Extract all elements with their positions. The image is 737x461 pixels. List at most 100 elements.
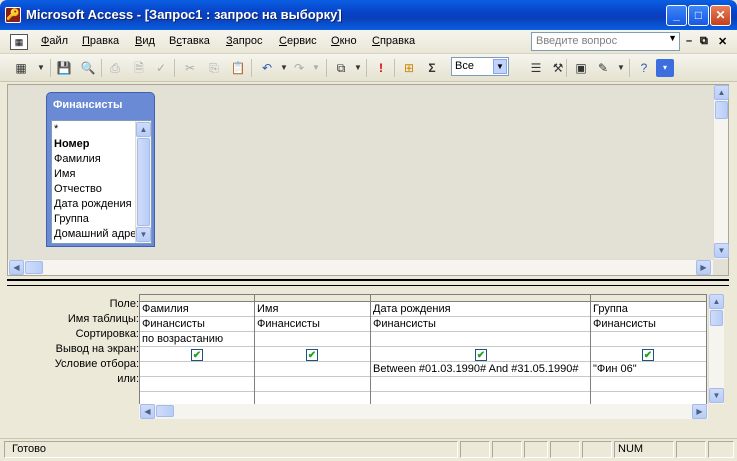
column-selector[interactable] <box>255 295 370 302</box>
table-pane-hscrollbar[interactable]: ◀ ▶ <box>8 259 713 275</box>
scroll-up-icon[interactable]: ▲ <box>714 85 729 100</box>
field-item[interactable]: Имя <box>54 168 75 180</box>
save-icon[interactable]: 💾 <box>55 59 73 77</box>
menu-query[interactable]: Запрос <box>226 35 262 47</box>
print-preview-icon[interactable]: 🗎 <box>130 59 148 77</box>
scroll-up-icon[interactable]: ▲ <box>136 122 151 137</box>
maximize-button[interactable]: □ <box>688 5 709 26</box>
criteria-cell[interactable]: Between #01.03.1990# And #31.05.1990# <box>371 362 590 377</box>
menu-edit[interactable]: Правка <box>82 35 119 47</box>
menu-view[interactable]: Вид <box>135 35 155 47</box>
scroll-thumb[interactable] <box>137 138 150 226</box>
title-bar[interactable]: 🔑 Microsoft Access - [Запрос1 : запрос н… <box>0 0 737 30</box>
menu-help[interactable]: Справка <box>372 35 415 47</box>
field-item[interactable]: * <box>54 123 58 135</box>
show-checkbox[interactable]: ✔ <box>191 349 203 361</box>
scroll-thumb[interactable] <box>715 101 728 119</box>
column-selector[interactable] <box>140 295 254 302</box>
field-list-scrollbar[interactable]: ▲ ▼ <box>135 121 151 243</box>
scroll-left-icon[interactable]: ◀ <box>140 404 155 419</box>
sort-cell[interactable] <box>591 332 706 347</box>
chevron-down-icon[interactable]: ▼ <box>307 59 325 77</box>
column-selector[interactable] <box>591 295 706 302</box>
minimize-button[interactable]: _ <box>666 5 687 26</box>
field-cell[interactable]: Имя <box>255 302 370 317</box>
field-item[interactable]: Дата рождения <box>54 198 132 210</box>
field-cell[interactable]: Группа <box>591 302 706 317</box>
spelling-icon[interactable]: ✓ <box>152 59 170 77</box>
close-button[interactable]: ✕ <box>710 5 731 26</box>
menu-insert[interactable]: Вставка <box>169 35 210 47</box>
field-item[interactable]: Группа <box>54 213 89 225</box>
new-object-icon[interactable]: ✎ <box>594 59 612 77</box>
top-values-select[interactable]: Все ▼ <box>451 57 509 76</box>
chevron-down-icon[interactable]: ▼ <box>493 59 507 74</box>
field-cell[interactable]: Фамилия <box>140 302 254 317</box>
scroll-down-icon[interactable]: ▼ <box>709 388 724 403</box>
show-checkbox[interactable]: ✔ <box>642 349 654 361</box>
criteria-cell[interactable] <box>140 362 254 377</box>
field-item[interactable]: Фамилия <box>54 153 101 165</box>
scroll-thumb[interactable] <box>710 310 723 326</box>
properties-icon[interactable]: ☰ <box>527 59 545 77</box>
cut-icon[interactable]: ✂ <box>181 59 199 77</box>
menu-file[interactable]: Файл <box>41 35 68 47</box>
field-cell[interactable]: Дата рождения <box>371 302 590 317</box>
chevron-down-icon[interactable]: ▼ <box>349 59 367 77</box>
mdi-close-button[interactable]: ✕ <box>718 35 727 48</box>
toolbar-options-icon[interactable]: ▾ <box>656 59 674 77</box>
sort-cell[interactable] <box>371 332 590 347</box>
field-item[interactable]: Отчество <box>54 183 102 195</box>
menu-window[interactable]: Окно <box>331 35 357 47</box>
scroll-down-icon[interactable]: ▼ <box>136 227 151 242</box>
query-window-icon[interactable]: ▦ <box>10 34 28 50</box>
query-type-icon[interactable]: ⧉ <box>332 59 350 77</box>
table-cell[interactable]: Финансисты <box>591 317 706 332</box>
show-table-icon[interactable]: ⊞ <box>400 59 418 77</box>
scroll-left-icon[interactable]: ◀ <box>9 260 24 275</box>
scroll-thumb[interactable] <box>156 405 174 417</box>
search-icon[interactable]: 🔍 <box>79 59 97 77</box>
paste-icon[interactable]: 📋 <box>229 59 247 77</box>
table-pane-vscrollbar[interactable]: ▲ ▼ <box>713 85 729 259</box>
table-cell[interactable]: Финансисты <box>140 317 254 332</box>
print-icon[interactable]: ⎙ <box>106 59 124 77</box>
sort-cell[interactable] <box>255 332 370 347</box>
scroll-thumb[interactable] <box>25 261 43 274</box>
or-cell[interactable] <box>591 377 706 392</box>
or-cell[interactable] <box>371 377 590 392</box>
chevron-down-icon[interactable]: ▼ <box>668 33 677 43</box>
scroll-down-icon[interactable]: ▼ <box>714 243 729 258</box>
scroll-right-icon[interactable]: ▶ <box>696 260 711 275</box>
table-cell[interactable]: Финансисты <box>371 317 590 332</box>
chevron-down-icon[interactable]: ▼ <box>612 59 630 77</box>
pane-splitter[interactable] <box>7 279 729 286</box>
builder-icon[interactable]: ⚒ <box>549 59 567 77</box>
scroll-right-icon[interactable]: ▶ <box>692 404 707 419</box>
criteria-cell[interactable] <box>255 362 370 377</box>
grid-column[interactable]: Группа Финансисты ✔ "Фин 06" <box>591 295 707 404</box>
table-cell[interactable]: Финансисты <box>255 317 370 332</box>
grid-hscrollbar[interactable]: ◀ ▶ <box>139 404 708 419</box>
column-selector[interactable] <box>371 295 590 302</box>
field-item[interactable]: Домашний адрес <box>54 228 142 240</box>
criteria-cell[interactable]: "Фин 06" <box>591 362 706 377</box>
ask-question-input[interactable]: Введите вопрос ▼ <box>531 32 680 51</box>
or-cell[interactable] <box>140 377 254 392</box>
database-window-icon[interactable]: ▣ <box>572 59 590 77</box>
chevron-down-icon[interactable]: ▼ <box>32 59 50 77</box>
field-item[interactable]: Номер <box>54 138 90 150</box>
view-grid-icon[interactable]: ▦ <box>12 59 30 77</box>
grid-column[interactable]: Дата рождения Финансисты ✔ Between #01.0… <box>371 295 591 404</box>
grid-column[interactable]: Фамилия Финансисты по возрастанию ✔ <box>140 295 255 404</box>
or-cell[interactable] <box>255 377 370 392</box>
totals-icon[interactable]: Σ <box>423 59 441 77</box>
run-icon[interactable]: ! <box>372 59 390 77</box>
redo-icon[interactable]: ↷ <box>290 59 308 77</box>
sort-cell[interactable]: по возрастанию <box>140 332 254 347</box>
show-checkbox[interactable]: ✔ <box>475 349 487 361</box>
grid-column[interactable]: Имя Финансисты ✔ <box>255 295 371 404</box>
menu-tools[interactable]: Сервис <box>279 35 317 47</box>
scroll-up-icon[interactable]: ▲ <box>709 294 724 309</box>
help-icon[interactable]: ? <box>635 59 653 77</box>
